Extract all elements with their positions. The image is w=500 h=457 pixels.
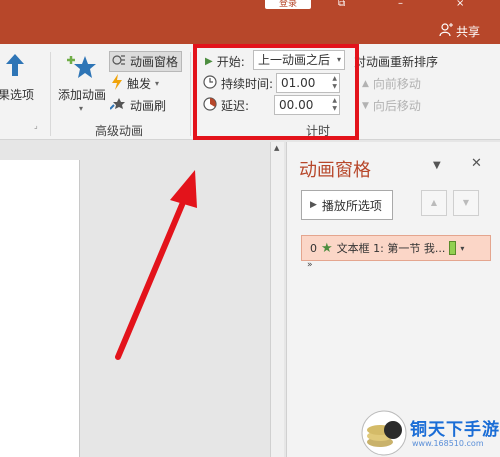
- arrow-head: [170, 170, 197, 208]
- watermark: 铜天下手游 www.168510.com: [358, 410, 500, 457]
- red-arrow-annotation: [115, 170, 197, 360]
- coin-logo-icon: [361, 410, 407, 456]
- watermark-text: 铜天下手游: [410, 420, 500, 440]
- arrow-shaft: [115, 197, 187, 360]
- watermark-url: www.168510.com: [412, 439, 484, 448]
